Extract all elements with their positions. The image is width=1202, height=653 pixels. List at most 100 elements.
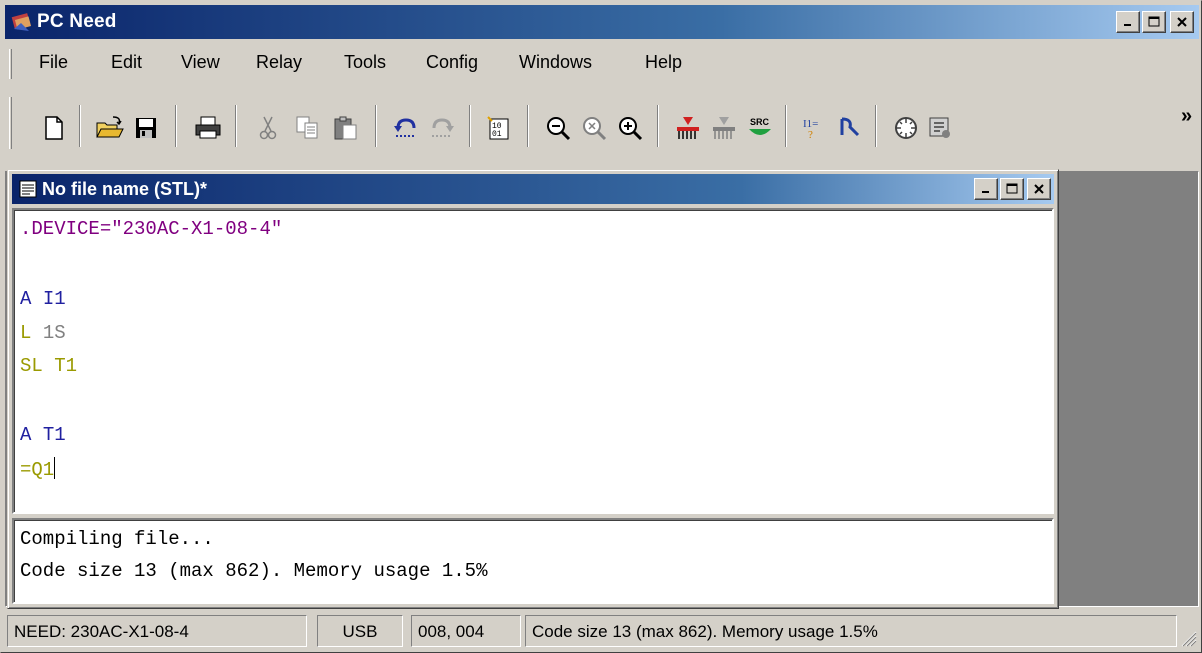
zoom-reset-button[interactable] — [577, 111, 611, 145]
new-button[interactable] — [37, 111, 71, 145]
zoom-out-button[interactable] — [541, 111, 575, 145]
download-button[interactable] — [707, 111, 741, 145]
menu-view[interactable]: View — [177, 52, 224, 73]
toolbar-separator — [469, 105, 471, 147]
device-info-icon — [929, 117, 950, 138]
status-message: Code size 13 (max 862). Memory usage 1.5… — [525, 615, 1177, 647]
paste-button[interactable] — [329, 111, 363, 145]
code-line-3: SL T1 — [20, 355, 77, 377]
copy-button[interactable] — [291, 111, 325, 145]
save-icon — [136, 118, 156, 138]
relay-button[interactable] — [833, 111, 867, 145]
io-monitor-icon: I1=? — [803, 118, 818, 141]
source-button[interactable]: SRC — [743, 111, 777, 145]
zoom-out-icon — [547, 117, 571, 141]
close-icon — [1177, 17, 1187, 27]
toolbar-separator — [875, 105, 877, 147]
toolbar-overflow-chevron-icon[interactable]: » — [1181, 105, 1192, 128]
document-maximize-button[interactable] — [1000, 178, 1024, 200]
toolbar-separator — [527, 105, 529, 147]
document-minimize-button[interactable] — [974, 178, 998, 200]
code-op: = — [20, 459, 32, 481]
new-file-icon — [45, 116, 63, 140]
status-bar: NEED: 230AC-X1-08-4 USB 008, 004 Code si… — [5, 613, 1199, 649]
toolbar: 10 01 SRC I1=? » — [5, 87, 1199, 167]
toolbar-separator — [375, 105, 377, 147]
output-pane[interactable]: Compiling file... Code size 13 (max 862)… — [12, 518, 1054, 604]
code-line-5: =Q1 — [20, 457, 56, 481]
settings-dial-button[interactable] — [889, 111, 923, 145]
svg-text:SRC: SRC — [750, 117, 770, 127]
source-icon: SRC — [749, 117, 771, 135]
compile-button[interactable]: 10 01 — [482, 111, 516, 145]
maximize-button[interactable] — [1142, 11, 1166, 33]
compile-icon: 1001 — [487, 116, 509, 140]
close-button[interactable] — [1170, 11, 1194, 33]
menu-windows[interactable]: Windows — [515, 52, 596, 73]
status-cursor-position: 008, 004 — [411, 615, 521, 647]
open-folder-icon — [96, 116, 124, 138]
code-editor[interactable]: .DEVICE="230AC-X1-08-4" A I1 L 1S SL T1 … — [12, 208, 1054, 514]
code-line-4: A T1 — [20, 424, 66, 446]
menu-help[interactable]: Help — [641, 52, 686, 73]
toolbar-separator — [785, 105, 787, 147]
settings-dial-icon — [895, 117, 917, 139]
relay-icon — [840, 117, 860, 137]
code-arg: I1 — [42, 288, 66, 310]
document-close-button[interactable] — [1027, 178, 1051, 200]
paste-icon — [334, 116, 357, 140]
menu-relay[interactable]: Relay — [252, 52, 306, 73]
toolbar-grip[interactable] — [9, 97, 12, 149]
toolbar-separator — [79, 105, 81, 147]
toolbar-separator — [657, 105, 659, 147]
status-connection: USB — [317, 615, 403, 647]
code-arg: Q1 — [31, 459, 55, 481]
save-button[interactable] — [129, 111, 163, 145]
undo-icon — [394, 118, 416, 137]
close-icon — [1034, 184, 1044, 194]
menu-bar: File Edit View Relay Tools Config Window… — [5, 43, 1199, 83]
main-window: PC Need File Edit View Relay Tools Confi… — [0, 0, 1202, 653]
toolbar-separator — [235, 105, 237, 147]
menu-grip[interactable] — [9, 49, 12, 79]
svg-text:01: 01 — [492, 130, 502, 139]
menu-config[interactable]: Config — [422, 52, 482, 73]
code-arg: 1S — [42, 322, 66, 344]
print-button[interactable] — [191, 111, 225, 145]
window-title: PC Need — [37, 11, 117, 32]
menu-edit[interactable]: Edit — [107, 52, 146, 73]
copy-icon — [296, 116, 318, 139]
maximize-icon — [1006, 183, 1018, 194]
output-line-1: Compiling file... — [20, 528, 214, 550]
resize-grip-icon[interactable] — [1177, 627, 1197, 647]
document-title-bar[interactable]: No file name (STL)* — [12, 174, 1054, 204]
maximize-icon — [1148, 16, 1160, 27]
undo-button[interactable] — [389, 111, 423, 145]
redo-button[interactable] — [425, 111, 459, 145]
print-icon — [195, 116, 221, 139]
zoom-in-button[interactable] — [613, 111, 647, 145]
upload-button[interactable] — [671, 111, 705, 145]
download-icon — [713, 117, 735, 139]
menu-tools[interactable]: Tools — [340, 52, 390, 73]
code-op: A — [20, 424, 32, 446]
cut-button[interactable] — [251, 111, 285, 145]
upload-icon — [677, 117, 699, 139]
document-title: No file name (STL)* — [42, 179, 208, 199]
code-arg: T1 — [54, 355, 78, 377]
open-button[interactable] — [93, 111, 127, 145]
redo-icon — [432, 118, 454, 137]
io-monitor-button[interactable]: I1=? — [797, 111, 831, 145]
code-arg: T1 — [42, 424, 66, 446]
status-device: NEED: 230AC-X1-08-4 — [7, 615, 307, 647]
cut-icon — [259, 116, 277, 140]
device-info-button[interactable] — [923, 111, 957, 145]
app-logo-icon — [11, 13, 32, 31]
menu-file[interactable]: File — [35, 52, 72, 73]
zoom-in-icon — [619, 117, 643, 141]
title-bar[interactable]: PC Need — [5, 5, 1199, 39]
minimize-button[interactable] — [1116, 11, 1140, 33]
output-line-2: Code size 13 (max 862). Memory usage 1.5… — [20, 560, 488, 582]
code-op: A — [20, 288, 32, 310]
document-window: No file name (STL)* .DEVICE="230AC-X1-08… — [7, 169, 1059, 609]
